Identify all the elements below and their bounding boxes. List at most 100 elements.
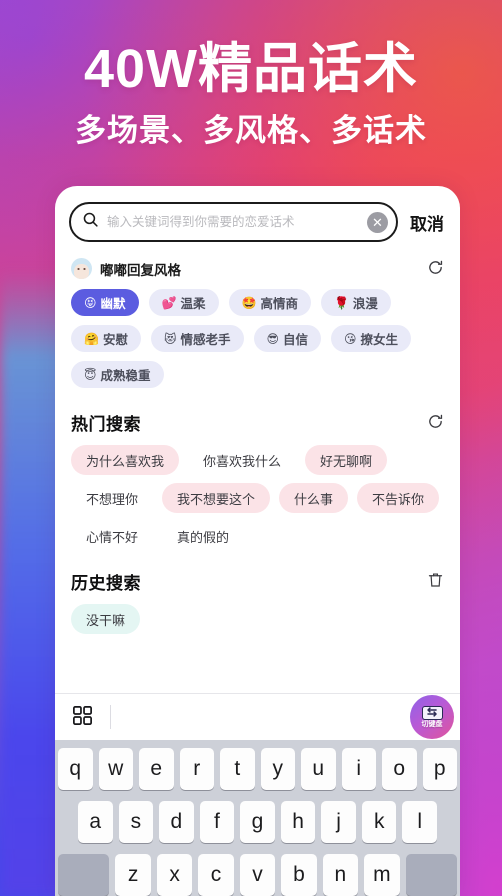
chip-label: 幽默 (100, 297, 126, 311)
chip-emoji-icon: 🤗 (84, 331, 99, 346)
clear-icon[interactable]: ✕ (367, 211, 388, 233)
key-j[interactable]: j (321, 801, 356, 843)
search-icon (82, 211, 99, 233)
toolbar-divider-left (110, 705, 111, 729)
key-n[interactable]: n (322, 854, 359, 896)
keyboard-row-3: zxcvbnm (58, 854, 457, 896)
key-m[interactable]: m (364, 854, 400, 896)
key-g[interactable]: g (240, 801, 275, 843)
chip-label: 高情商 (260, 297, 298, 311)
reply-style-chip[interactable]: 😻 情感老手 (150, 325, 244, 352)
hot-search-tag-list: 为什么喜欢我 你喜欢我什么 好无聊啊不想理你 我不想要这个 什么事 不告诉你心情不好 真的假… (69, 445, 446, 551)
keyboard-toolbar: 切键盘 (55, 693, 460, 740)
keyboard-switch-icon (421, 705, 443, 720)
key-f[interactable]: f (199, 801, 235, 843)
key-v[interactable]: v (239, 854, 276, 896)
chip-emoji-icon: 🤩 (241, 295, 257, 310)
reply-style-header: 嘟嘟回复风格 (69, 248, 446, 289)
hot-search-tag[interactable]: 你喜欢我什么 (188, 445, 296, 475)
hot-search-tag[interactable]: 什么事 (279, 483, 349, 513)
key-l[interactable]: l (402, 801, 438, 843)
hot-search-tag[interactable]: 不告诉你 (357, 483, 440, 513)
chip-emoji-icon: 😇 (84, 367, 97, 382)
refresh-hot-search-button[interactable] (427, 413, 444, 433)
key-q[interactable]: q (58, 748, 93, 790)
key-t[interactable]: t (220, 748, 255, 790)
chip-label: 温柔 (180, 297, 206, 311)
chip-label: 自信 (283, 333, 309, 347)
chip-label: 情感老手 (180, 333, 231, 347)
poster-subline: 多场景、多风格、多话术 (75, 113, 427, 149)
refresh-styles-button[interactable] (427, 259, 444, 279)
hot-search-tag[interactable]: 好无聊啊 (305, 445, 388, 475)
switch-keyboard-label: 切键盘 (421, 721, 443, 728)
key-h[interactable]: h (280, 801, 316, 843)
hot-search-tag[interactable]: 不想理你 (71, 483, 153, 513)
reply-style-chip[interactable]: 💕 温柔 (148, 289, 219, 316)
search-bar-row: ✕ 取消 (55, 186, 460, 248)
chip-emoji-icon: 🌹 (333, 295, 349, 310)
key-x[interactable]: x (156, 854, 193, 896)
hot-search-tag[interactable]: 真的假的 (162, 521, 244, 551)
switch-keyboard-button[interactable]: 切键盘 (410, 695, 454, 739)
key-r[interactable]: r (179, 748, 214, 790)
key-b[interactable]: b (281, 854, 317, 896)
hot-search-title: 热门搜索 (71, 415, 141, 434)
app-screen-card: ✕ 取消 嘟嘟回复风格 😝幽默 💕温柔 🤩高情商 🌹浪漫 🤗安慰 😻情感老手 😎自信 😘撩女生… (55, 186, 460, 896)
key-k[interactable]: k (361, 801, 397, 843)
keyboard-row-1: qwertyuiop (58, 748, 457, 790)
key-w[interactable]: w (98, 748, 133, 790)
grid-icon[interactable] (71, 704, 94, 730)
reply-style-chip-list: 😝 幽默 💕 温柔 🤩 高情商 🌹 浪漫 🤗 安慰 😻 情感老手 😎 自信 😘 撩女生 😇 成熟稳重 (69, 289, 446, 392)
key-c[interactable]: c (198, 854, 234, 896)
refresh-icon (427, 414, 444, 433)
key-u[interactable]: u (301, 748, 336, 790)
key-s[interactable]: s (118, 801, 154, 843)
chip-emoji-icon: 💕 (161, 295, 177, 310)
chip-emoji-icon: 😎 (266, 331, 280, 346)
trash-icon (427, 573, 444, 592)
key-shift[interactable] (58, 854, 110, 896)
poster-header: 40W精品话术 多场景、多风格、多话术 (0, 0, 502, 148)
reply-style-chip[interactable]: 😎 自信 (253, 325, 322, 352)
reply-style-chip[interactable]: 😇 成熟稳重 (71, 361, 164, 388)
reply-style-chip[interactable]: 🤩 高情商 (228, 289, 311, 316)
chip-emoji-icon: 😘 (344, 331, 357, 346)
keyboard-row-2: asdfghjkl (58, 801, 457, 843)
key-e[interactable]: e (139, 748, 174, 790)
history-search-tag-list: 没干嘛 (69, 604, 446, 634)
hot-search-tag[interactable]: 为什么喜欢我 (71, 445, 180, 475)
key-p[interactable]: p (422, 748, 457, 790)
chip-label: 成熟稳重 (100, 369, 151, 383)
cancel-button[interactable]: 取消 (408, 210, 446, 235)
reply-style-chip[interactable]: 😘 撩女生 (331, 325, 412, 352)
history-search-header: 历史搜索 (69, 551, 446, 604)
key-y[interactable]: y (260, 748, 295, 790)
reply-style-title: 嘟嘟回复风格 (100, 262, 181, 278)
search-box[interactable]: ✕ (69, 202, 398, 242)
clear-history-button[interactable] (427, 571, 444, 592)
search-input[interactable] (107, 215, 359, 229)
chip-emoji-icon: 😝 (84, 295, 97, 310)
on-screen-keyboard: qwertyuiop asdfghjkl zxcvbnm (55, 740, 460, 896)
reply-style-chip[interactable]: 🌹 浪漫 (320, 289, 391, 316)
chip-emoji-icon: 😻 (163, 331, 177, 346)
reply-style-chip[interactable]: 🤗 安慰 (71, 325, 141, 352)
history-search-tag[interactable]: 没干嘛 (71, 604, 141, 634)
key-backspace[interactable] (405, 854, 457, 896)
key-z[interactable]: z (115, 854, 151, 896)
chip-label: 浪漫 (352, 297, 378, 311)
poster-headline: 40W精品话术 (83, 39, 419, 99)
refresh-icon (427, 260, 444, 279)
hot-search-tag[interactable]: 我不想要这个 (162, 483, 271, 513)
chip-label: 撩女生 (360, 333, 399, 347)
key-d[interactable]: d (159, 801, 194, 843)
key-i[interactable]: i (341, 748, 376, 790)
hot-search-tag[interactable]: 心情不好 (71, 521, 153, 551)
avatar (71, 258, 92, 279)
key-o[interactable]: o (382, 748, 417, 790)
reply-style-chip[interactable]: 😝 幽默 (71, 289, 139, 316)
chip-label: 安慰 (102, 333, 128, 347)
key-a[interactable]: a (77, 801, 113, 843)
hot-search-header: 热门搜索 (69, 392, 446, 445)
